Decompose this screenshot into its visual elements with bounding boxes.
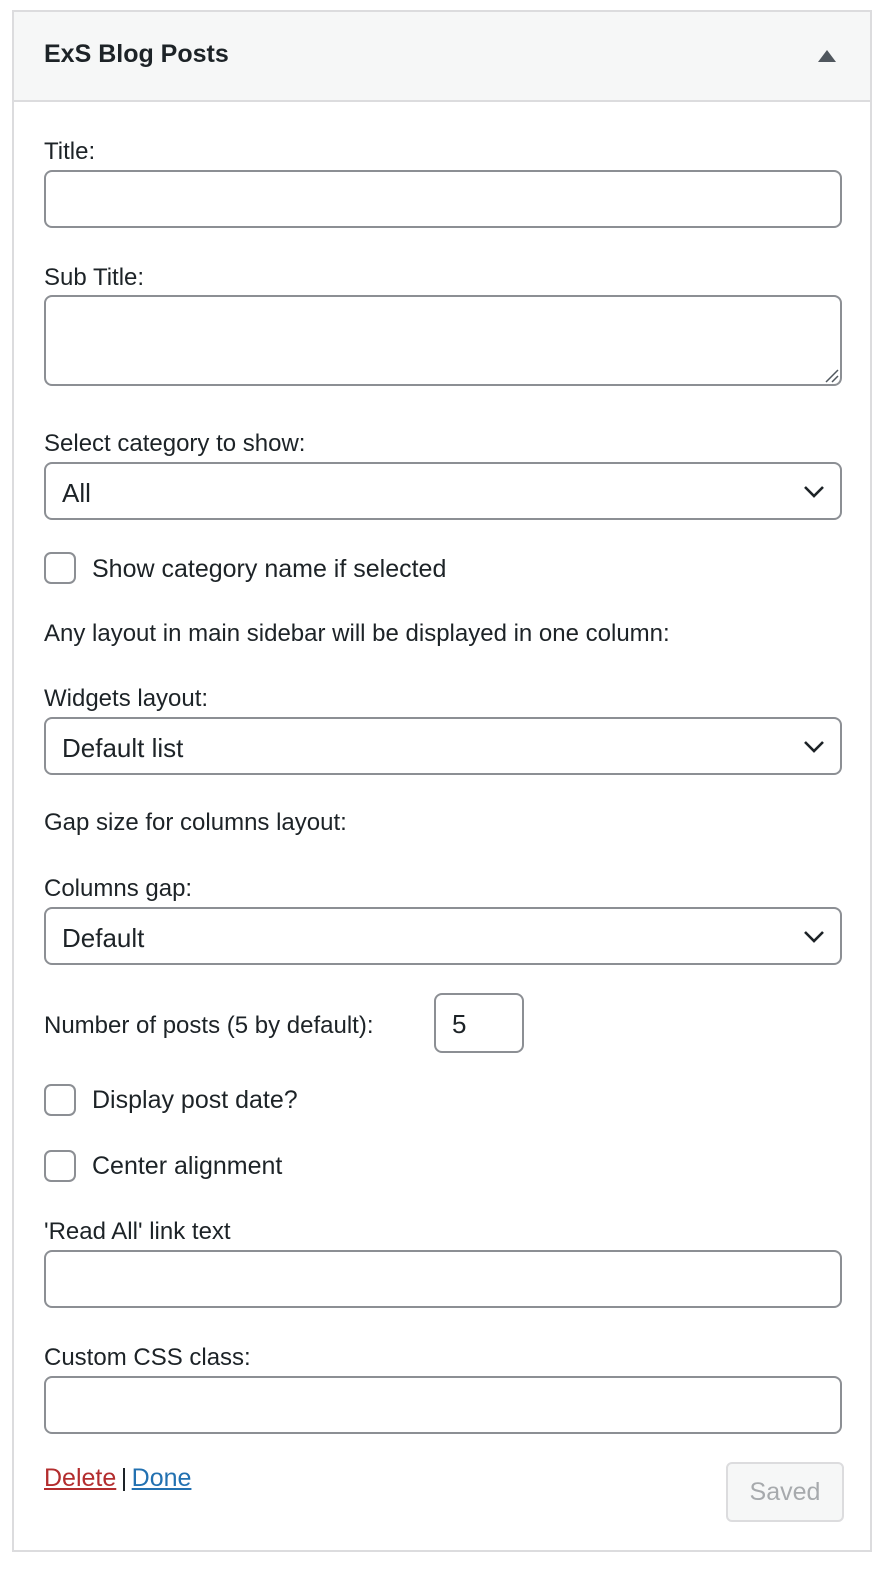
- widget-actions: Delete | Done: [44, 1464, 191, 1493]
- chevron-down-icon: [804, 931, 824, 943]
- columns-gap-select[interactable]: Default: [44, 907, 842, 965]
- show-category-name-label: Show category name if selected: [92, 555, 447, 583]
- done-link[interactable]: Done: [132, 1464, 192, 1492]
- center-alignment-checkbox[interactable]: [44, 1150, 76, 1182]
- layout-note: Any layout in main sidebar will be displ…: [44, 620, 670, 647]
- center-alignment-label: Center alignment: [92, 1152, 283, 1180]
- actions-separator: |: [120, 1464, 128, 1492]
- display-date-label: Display post date?: [92, 1086, 298, 1114]
- title-input[interactable]: [44, 170, 842, 228]
- widgets-layout-select[interactable]: Default list: [44, 717, 842, 775]
- columns-gap-label: Columns gap:: [44, 875, 193, 902]
- category-selected-value: All: [62, 478, 91, 508]
- read-all-label: 'Read All' link text: [44, 1218, 231, 1245]
- chevron-down-icon: [804, 741, 824, 753]
- number-posts-label: Number of posts (5 by default):: [44, 1012, 374, 1039]
- triangle-up-icon[interactable]: [818, 50, 836, 62]
- subtitle-label: Sub Title:: [44, 264, 145, 291]
- css-class-input[interactable]: [44, 1376, 842, 1434]
- title-label: Title:: [44, 138, 96, 165]
- widget-title: ExS Blog Posts: [44, 40, 229, 68]
- widgets-layout-selected-value: Default list: [62, 733, 184, 763]
- category-select[interactable]: All: [44, 462, 842, 520]
- number-posts-value: 5: [452, 1009, 467, 1039]
- show-category-name-checkbox[interactable]: [44, 552, 76, 584]
- delete-link[interactable]: Delete: [44, 1464, 116, 1492]
- css-class-label: Custom CSS class:: [44, 1344, 251, 1371]
- columns-gap-selected-value: Default: [62, 923, 145, 953]
- category-label: Select category to show:: [44, 430, 306, 457]
- widgets-layout-label: Widgets layout:: [44, 685, 209, 712]
- chevron-down-icon: [804, 486, 824, 498]
- display-date-checkbox[interactable]: [44, 1084, 76, 1116]
- widget-header[interactable]: ExS Blog Posts: [14, 12, 870, 102]
- number-posts-input[interactable]: 5: [434, 993, 524, 1053]
- gap-note: Gap size for columns layout:: [44, 809, 347, 836]
- read-all-input[interactable]: [44, 1250, 842, 1308]
- subtitle-textarea[interactable]: [44, 295, 842, 386]
- widget-panel: ExS Blog Posts Title: Sub Title: Select …: [12, 10, 872, 1552]
- saved-button[interactable]: Saved: [726, 1462, 844, 1522]
- resize-grip-icon[interactable]: [823, 367, 839, 383]
